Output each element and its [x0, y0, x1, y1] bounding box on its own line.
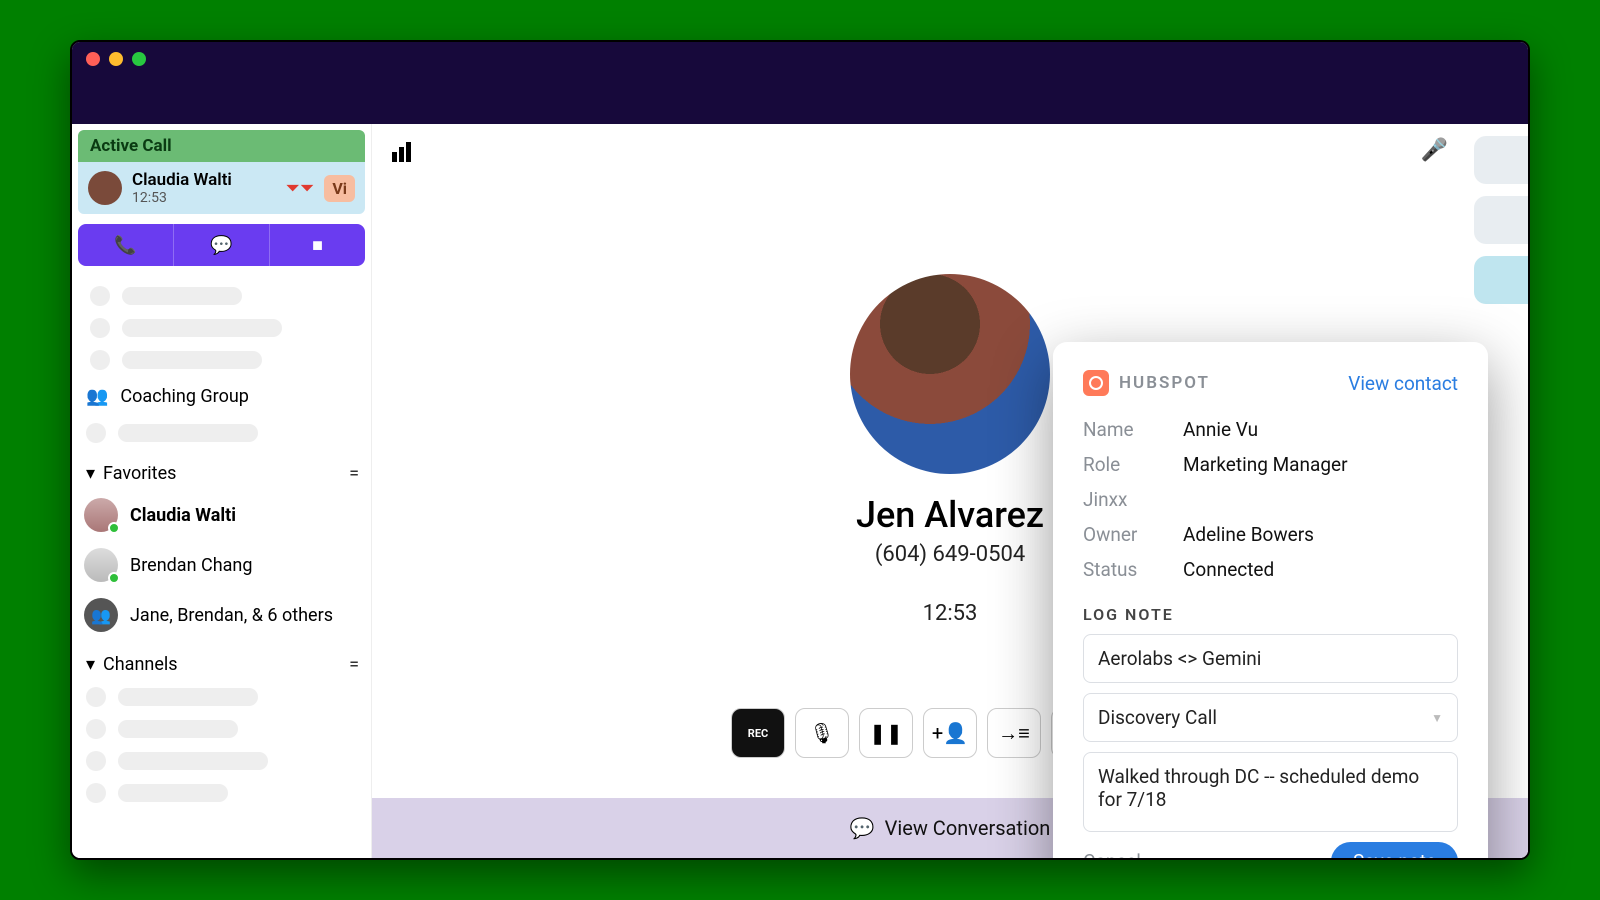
- hubspot-panel: HUBSPOT View contact NameAnnie Vu RoleMa…: [1053, 342, 1488, 860]
- meta-label-company: Jinxx: [1083, 488, 1183, 511]
- view-conversation-label: View Conversation: [885, 816, 1051, 840]
- window-close-dot[interactable]: [86, 52, 100, 66]
- channels-header[interactable]: ▾ Channels =: [78, 640, 365, 681]
- meta-value-role: Marketing Manager: [1183, 453, 1348, 476]
- channels-label: Channels: [103, 654, 178, 675]
- active-call-banner: Active Call: [78, 130, 365, 162]
- message-icon: 💬: [210, 235, 232, 256]
- caret-down-icon: ▾: [86, 463, 95, 484]
- presence-dot: [108, 522, 120, 534]
- microphone-icon[interactable]: 🎤: [1421, 138, 1448, 163]
- list-item: [78, 777, 365, 809]
- list-item: [82, 344, 361, 376]
- presence-dot: [108, 572, 120, 584]
- list-item: [78, 713, 365, 745]
- note-title-input[interactable]: Aerolabs <> Gemini: [1083, 634, 1458, 683]
- meta-label-name: Name: [1083, 418, 1183, 441]
- note-body-textarea[interactable]: Walked through DC -- scheduled demo for …: [1083, 752, 1458, 832]
- favorites-label: Favorites: [103, 463, 176, 484]
- avatar: [84, 498, 118, 532]
- pause-icon: ❚❚: [869, 721, 903, 745]
- favorite-item[interactable]: Brendan Chang: [78, 540, 365, 590]
- add-participant-button[interactable]: +👤: [923, 708, 977, 758]
- avatar: [88, 171, 122, 205]
- rail-tab[interactable]: [1474, 196, 1528, 244]
- meta-value-status: Connected: [1183, 558, 1274, 581]
- log-note-heading: LOG NOTE: [1083, 605, 1458, 624]
- vi-badge[interactable]: Vi: [324, 175, 355, 202]
- chevron-down-icon: ▼: [1431, 711, 1443, 725]
- rail-tab[interactable]: [1474, 136, 1528, 184]
- list-item: [78, 681, 365, 713]
- phone-icon: 📞: [114, 235, 136, 256]
- person-add-icon: +👤: [932, 721, 968, 745]
- favorite-item[interactable]: 👥 Jane, Brendan, & 6 others: [78, 590, 365, 640]
- favorite-name: Brendan Chang: [130, 555, 252, 576]
- drag-handle-icon[interactable]: =: [349, 654, 357, 675]
- mute-button[interactable]: 🎙: [795, 708, 849, 758]
- transfer-icon: →≡: [998, 721, 1030, 746]
- hold-button[interactable]: ❚❚: [859, 708, 913, 758]
- meta-value-owner: Adeline Bowers: [1183, 523, 1314, 546]
- coaching-label: Coaching Group: [120, 386, 248, 407]
- list-item: [78, 745, 365, 777]
- hubspot-logo-icon: [1083, 370, 1109, 396]
- list-item: [82, 312, 361, 344]
- active-call-time: 12:53: [132, 190, 232, 206]
- group-avatar: 👥: [84, 598, 118, 632]
- record-button[interactable]: REC: [731, 708, 785, 758]
- favorites-header[interactable]: ▾ Favorites =: [78, 449, 365, 490]
- favorite-name: Claudia Walti: [130, 505, 236, 526]
- sidebar: Active Call Claudia Walti 12:53 ⏷⏷ Vi 📞 …: [72, 124, 372, 858]
- hangup-icon[interactable]: ⏷⏷: [286, 178, 315, 199]
- video-icon: ■: [312, 235, 323, 256]
- chat-icon: 💬: [850, 816, 875, 840]
- cancel-button[interactable]: Cancel: [1083, 850, 1141, 860]
- active-call-name: Claudia Walti: [132, 170, 232, 190]
- caller-phone: (604) 649-0504: [875, 542, 1025, 567]
- hubspot-brand: HUBSPOT: [1119, 373, 1210, 393]
- favorite-name: Jane, Brendan, & 6 others: [130, 605, 333, 626]
- window-minimize-dot[interactable]: [109, 52, 123, 66]
- active-call-card[interactable]: Claudia Walti 12:53 ⏷⏷ Vi: [78, 162, 365, 214]
- favorite-item[interactable]: Claudia Walti: [78, 490, 365, 540]
- signal-icon[interactable]: [392, 142, 413, 162]
- mode-message-button[interactable]: 💬: [174, 224, 270, 266]
- app-window: Active Call Claudia Walti 12:53 ⏷⏷ Vi 📞 …: [70, 40, 1530, 860]
- note-type-select[interactable]: Discovery Call ▼: [1083, 693, 1458, 742]
- mode-call-button[interactable]: 📞: [78, 224, 174, 266]
- meta-label-role: Role: [1083, 453, 1183, 476]
- view-contact-link[interactable]: View contact: [1348, 372, 1458, 395]
- caller-name: Jen Alvarez: [856, 494, 1044, 536]
- mode-bar: 📞 💬 ■: [78, 224, 365, 266]
- note-type-value: Discovery Call: [1098, 706, 1217, 729]
- coaching-group-item[interactable]: 👥 Coaching Group: [78, 376, 365, 417]
- call-timer: 12:53: [923, 601, 978, 626]
- save-note-button[interactable]: Save note: [1331, 842, 1458, 860]
- coaching-icon: 👥: [86, 386, 108, 407]
- avatar: [84, 548, 118, 582]
- mic-icon: 🎙: [809, 721, 834, 745]
- titlebar: [72, 42, 1528, 124]
- drag-handle-icon[interactable]: =: [349, 463, 357, 484]
- caller-avatar: [850, 274, 1050, 474]
- list-item: [78, 417, 365, 449]
- meta-label-owner: Owner: [1083, 523, 1183, 546]
- caret-down-icon: ▾: [86, 654, 95, 675]
- window-zoom-dot[interactable]: [132, 52, 146, 66]
- mode-video-button[interactable]: ■: [270, 224, 365, 266]
- meta-value-name: Annie Vu: [1183, 418, 1258, 441]
- transfer-button[interactable]: →≡: [987, 708, 1041, 758]
- meta-label-status: Status: [1083, 558, 1183, 581]
- list-item: [82, 280, 361, 312]
